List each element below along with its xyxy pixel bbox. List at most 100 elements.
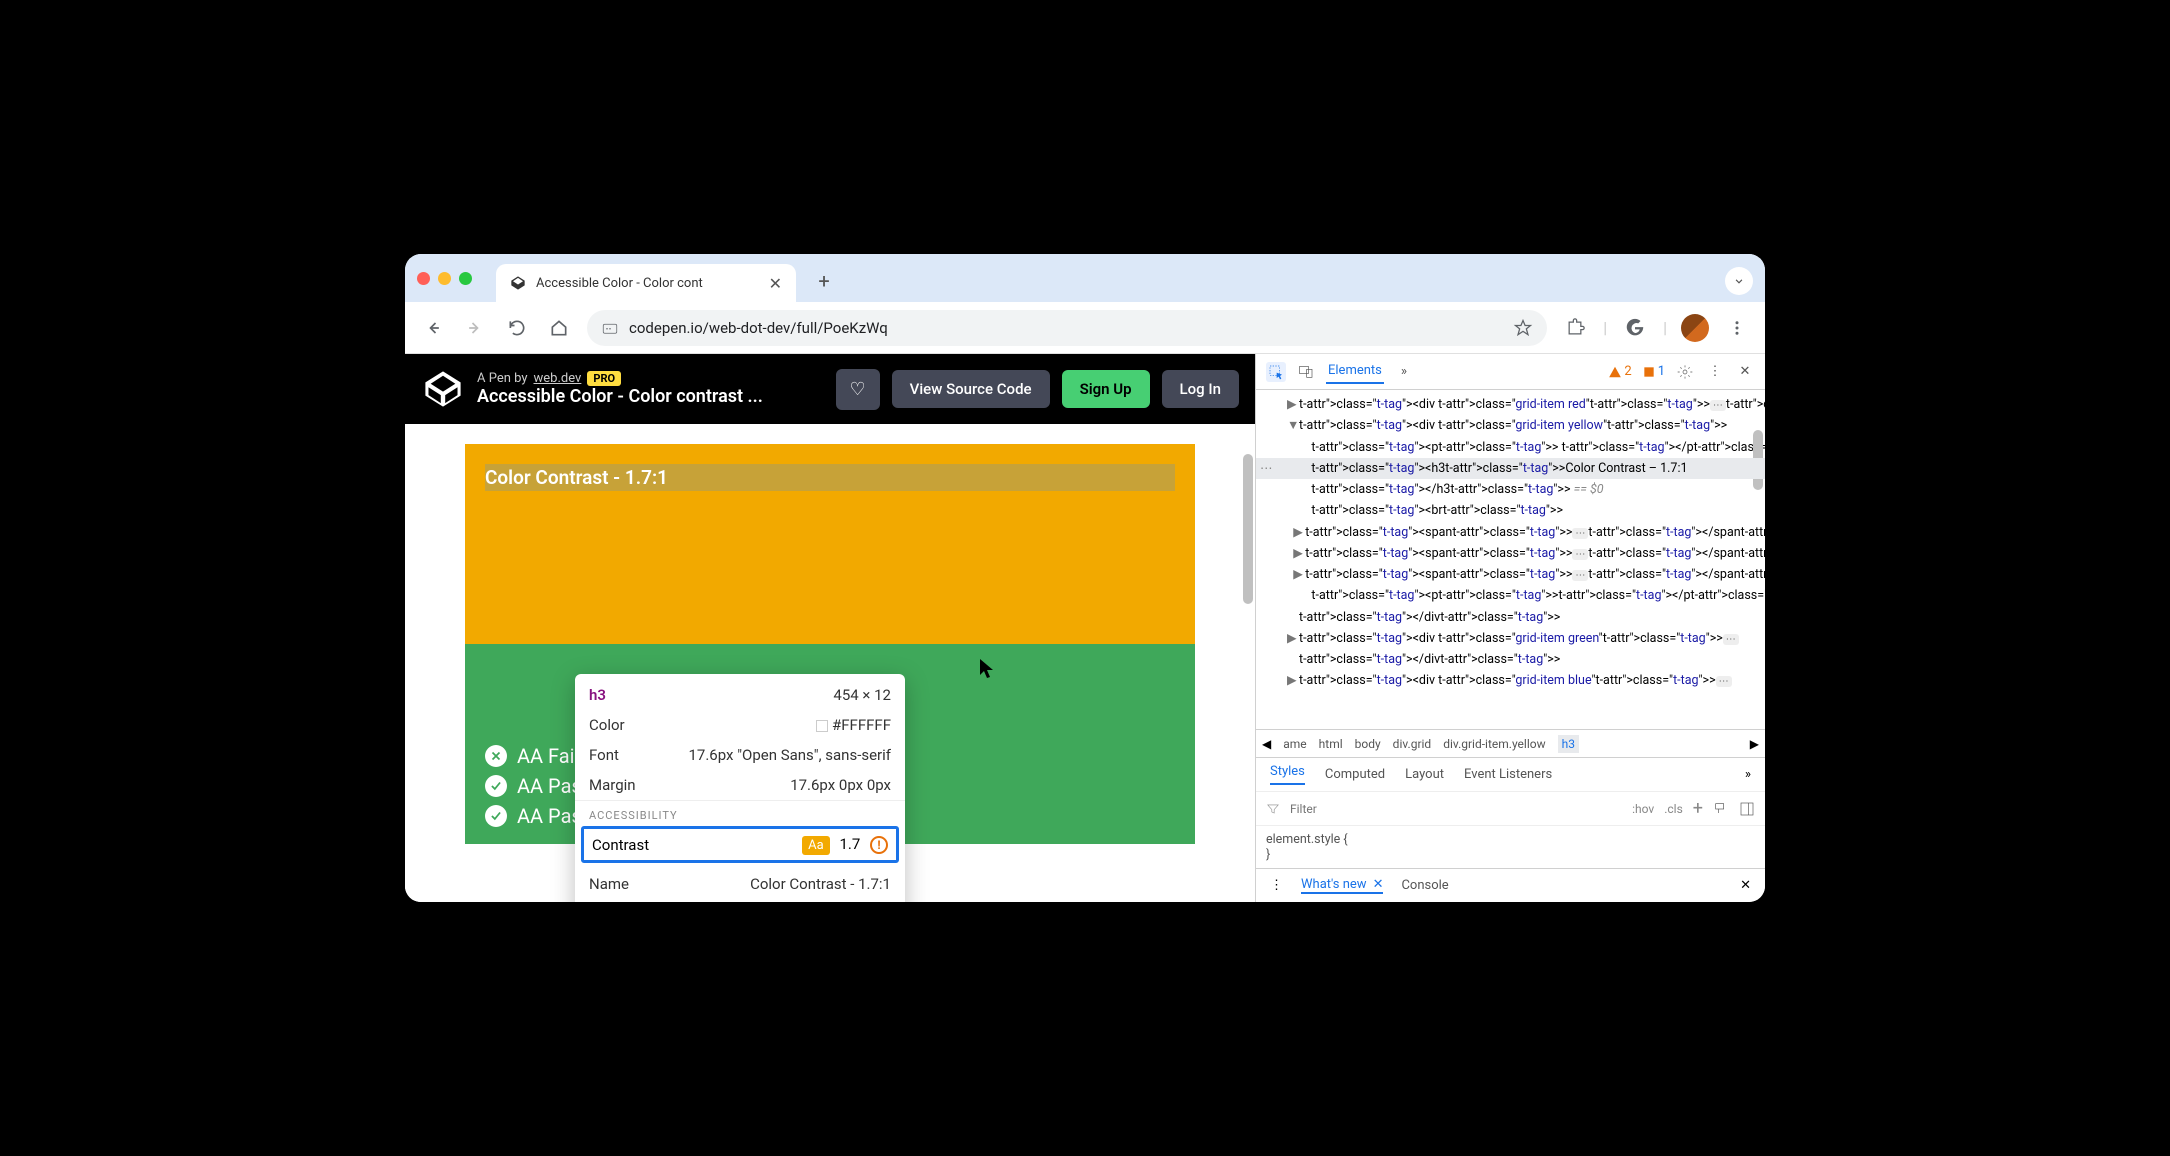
sign-up-button[interactable]: Sign Up bbox=[1062, 370, 1150, 408]
styles-tab-styles[interactable]: Styles bbox=[1270, 764, 1305, 785]
dom-line[interactable]: ▶t-attr">class="t-tag"><spant-attr">clas… bbox=[1256, 564, 1765, 585]
breadcrumb-item[interactable]: div.grid bbox=[1393, 737, 1432, 751]
breadcrumb-item[interactable]: ame bbox=[1283, 737, 1306, 751]
inspector-tooltip: h3 454 × 12 Color #FFFFFF Font 17.6px "O… bbox=[575, 674, 905, 902]
content-area: A Pen by web.dev PRO Accessible Color - … bbox=[405, 354, 1765, 902]
dom-line[interactable]: ▶t-attr">class="t-tag"><div t-attr">clas… bbox=[1256, 628, 1765, 649]
dom-line[interactable]: ▼t-attr">class="t-tag"><div t-attr">clas… bbox=[1256, 415, 1765, 436]
dom-line[interactable]: t-attr">class="t-tag"><brt-attr">class="… bbox=[1256, 500, 1765, 521]
tooltip-margin-label: Margin bbox=[589, 776, 636, 794]
dom-line[interactable]: ▶t-attr">class="t-tag"><div t-attr">clas… bbox=[1256, 670, 1765, 691]
arrow-left-icon bbox=[423, 318, 443, 338]
yellow-grid-item: Color Contrast - 1.7:1 bbox=[465, 444, 1195, 644]
issues-badge[interactable]: 1 bbox=[1642, 364, 1665, 379]
codepen-logo-icon[interactable] bbox=[421, 367, 465, 411]
drawer-tab-what-s-new[interactable]: What's new✕ bbox=[1301, 877, 1383, 894]
devtools-menu-button[interactable]: ⋮ bbox=[1705, 362, 1725, 382]
dom-line[interactable]: t-attr">class="t-tag"></divt-attr">class… bbox=[1256, 649, 1765, 670]
drawer-tabs: ⋮ What's new✕ Console ✕ bbox=[1256, 868, 1765, 902]
google-account-button[interactable] bbox=[1621, 314, 1649, 342]
warning-triangle-icon bbox=[1608, 365, 1622, 379]
scrollbar-thumb[interactable] bbox=[1243, 454, 1253, 604]
breadcrumb-item[interactable]: body bbox=[1355, 737, 1381, 751]
breadcrumb-left-button[interactable]: ◀ bbox=[1262, 737, 1271, 751]
inspect-element-button[interactable] bbox=[1266, 362, 1286, 382]
breadcrumb-item[interactable]: div.grid-item.yellow bbox=[1443, 737, 1545, 751]
log-in-button[interactable]: Log In bbox=[1162, 370, 1239, 408]
cls-toggle[interactable]: .cls bbox=[1664, 802, 1683, 816]
forward-button[interactable] bbox=[461, 314, 489, 342]
bookmark-button[interactable] bbox=[1513, 318, 1533, 338]
device-toolbar-button[interactable] bbox=[1296, 362, 1316, 382]
inspect-icon bbox=[1268, 364, 1284, 380]
traffic-lights bbox=[417, 272, 472, 285]
address-bar[interactable]: codepen.io/web-dot-dev/full/PoeKzWq bbox=[587, 310, 1547, 346]
warning-icon: ! bbox=[870, 836, 888, 854]
styles-body[interactable]: element.style { } bbox=[1256, 825, 1765, 868]
dom-line[interactable]: ▶t-attr">class="t-tag"><div t-attr">clas… bbox=[1256, 394, 1765, 415]
yellow-heading: Color Contrast - 1.7:1 bbox=[485, 464, 1175, 491]
breadcrumb-right-button[interactable]: ▶ bbox=[1750, 737, 1759, 751]
chevron-down-icon bbox=[1732, 274, 1746, 288]
more-tabs-button[interactable]: » bbox=[1394, 362, 1414, 382]
browser-tab[interactable]: Accessible Color - Color cont ✕ bbox=[496, 264, 796, 302]
cursor-icon bbox=[980, 659, 996, 679]
tabs-dropdown-button[interactable] bbox=[1725, 267, 1753, 295]
minimize-window-button[interactable] bbox=[438, 272, 451, 285]
warnings-badge[interactable]: 2 bbox=[1608, 364, 1631, 379]
color-swatch-icon bbox=[816, 720, 828, 732]
tooltip-name-label: Name bbox=[589, 875, 629, 893]
close-tab-button[interactable]: ✕ bbox=[769, 274, 782, 293]
reload-button[interactable] bbox=[503, 314, 531, 342]
styles-tab-computed[interactable]: Computed bbox=[1325, 767, 1385, 782]
dom-line[interactable]: ▶t-attr">class="t-tag"><spant-attr">clas… bbox=[1256, 543, 1765, 564]
new-tab-button[interactable]: + bbox=[810, 267, 838, 295]
heart-button[interactable]: ♡ bbox=[836, 369, 880, 410]
devtools-pane: Elements » 2 1 ⋮ ✕ ▶ bbox=[1255, 354, 1765, 902]
site-info-icon[interactable] bbox=[601, 319, 619, 337]
tooltip-font-value: 17.6px "Open Sans", sans-serif bbox=[688, 746, 891, 764]
titlebar: Accessible Color - Color cont ✕ + bbox=[405, 254, 1765, 302]
profile-avatar[interactable] bbox=[1681, 314, 1709, 342]
page-scrollbar[interactable] bbox=[1241, 424, 1255, 804]
reload-icon bbox=[507, 318, 527, 338]
drawer-menu-button[interactable]: ⋮ bbox=[1270, 878, 1283, 893]
check-circle-icon bbox=[485, 775, 507, 797]
dom-breadcrumb[interactable]: ◀ amehtml body div.grid div.grid-item.yello… bbox=[1256, 729, 1765, 757]
browser-menu-button[interactable] bbox=[1723, 314, 1751, 342]
pro-badge: PRO bbox=[587, 371, 621, 386]
url-text: codepen.io/web-dot-dev/full/PoeKzWq bbox=[629, 319, 888, 337]
close-devtools-button[interactable]: ✕ bbox=[1735, 362, 1755, 382]
close-window-button[interactable] bbox=[417, 272, 430, 285]
dom-tree[interactable]: ▶t-attr">class="t-tag"><div t-attr">clas… bbox=[1256, 390, 1765, 729]
styles-filter-row: :hov .cls + bbox=[1256, 791, 1765, 825]
view-source-button[interactable]: View Source Code bbox=[892, 370, 1050, 408]
panel-layout-icon[interactable] bbox=[1739, 801, 1755, 817]
dom-scrollbar[interactable] bbox=[1751, 390, 1765, 729]
dom-line[interactable]: t-attr">class="t-tag"><pt-attr">class="t… bbox=[1256, 585, 1765, 606]
dom-line[interactable]: t-attr">class="t-tag"></divt-attr">class… bbox=[1256, 607, 1765, 628]
drawer-tab-console[interactable]: Console bbox=[1401, 878, 1448, 893]
close-drawer-tab-button[interactable]: ✕ bbox=[1373, 877, 1384, 892]
home-button[interactable] bbox=[545, 314, 573, 342]
extensions-button[interactable] bbox=[1561, 314, 1589, 342]
dom-line[interactable]: ⋯ t-attr">class="t-tag"><h3t-attr">class… bbox=[1256, 458, 1765, 479]
styles-filter-input[interactable] bbox=[1290, 802, 1622, 816]
dom-line[interactable]: t-attr">class="t-tag"></h3t-attr">class=… bbox=[1256, 479, 1765, 500]
new-style-rule-button[interactable]: + bbox=[1693, 798, 1703, 819]
close-drawer-button[interactable]: ✕ bbox=[1740, 878, 1751, 893]
brush-icon[interactable] bbox=[1713, 801, 1729, 817]
back-button[interactable] bbox=[419, 314, 447, 342]
breadcrumb-item[interactable]: h3 bbox=[1558, 735, 1579, 753]
more-styles-tabs-button[interactable]: » bbox=[1745, 767, 1751, 782]
dom-line[interactable]: t-attr">class="t-tag"><pt-attr">class="t… bbox=[1256, 437, 1765, 458]
styles-tab-event-listeners[interactable]: Event Listeners bbox=[1464, 767, 1552, 782]
hov-toggle[interactable]: :hov bbox=[1632, 802, 1654, 816]
elements-tab[interactable]: Elements bbox=[1326, 359, 1384, 384]
maximize-window-button[interactable] bbox=[459, 272, 472, 285]
google-icon bbox=[1624, 317, 1646, 339]
styles-tab-layout[interactable]: Layout bbox=[1405, 767, 1444, 782]
breadcrumb-item[interactable]: html bbox=[1319, 737, 1343, 751]
dom-line[interactable]: ▶t-attr">class="t-tag"><spant-attr">clas… bbox=[1256, 522, 1765, 543]
settings-button[interactable] bbox=[1675, 362, 1695, 382]
